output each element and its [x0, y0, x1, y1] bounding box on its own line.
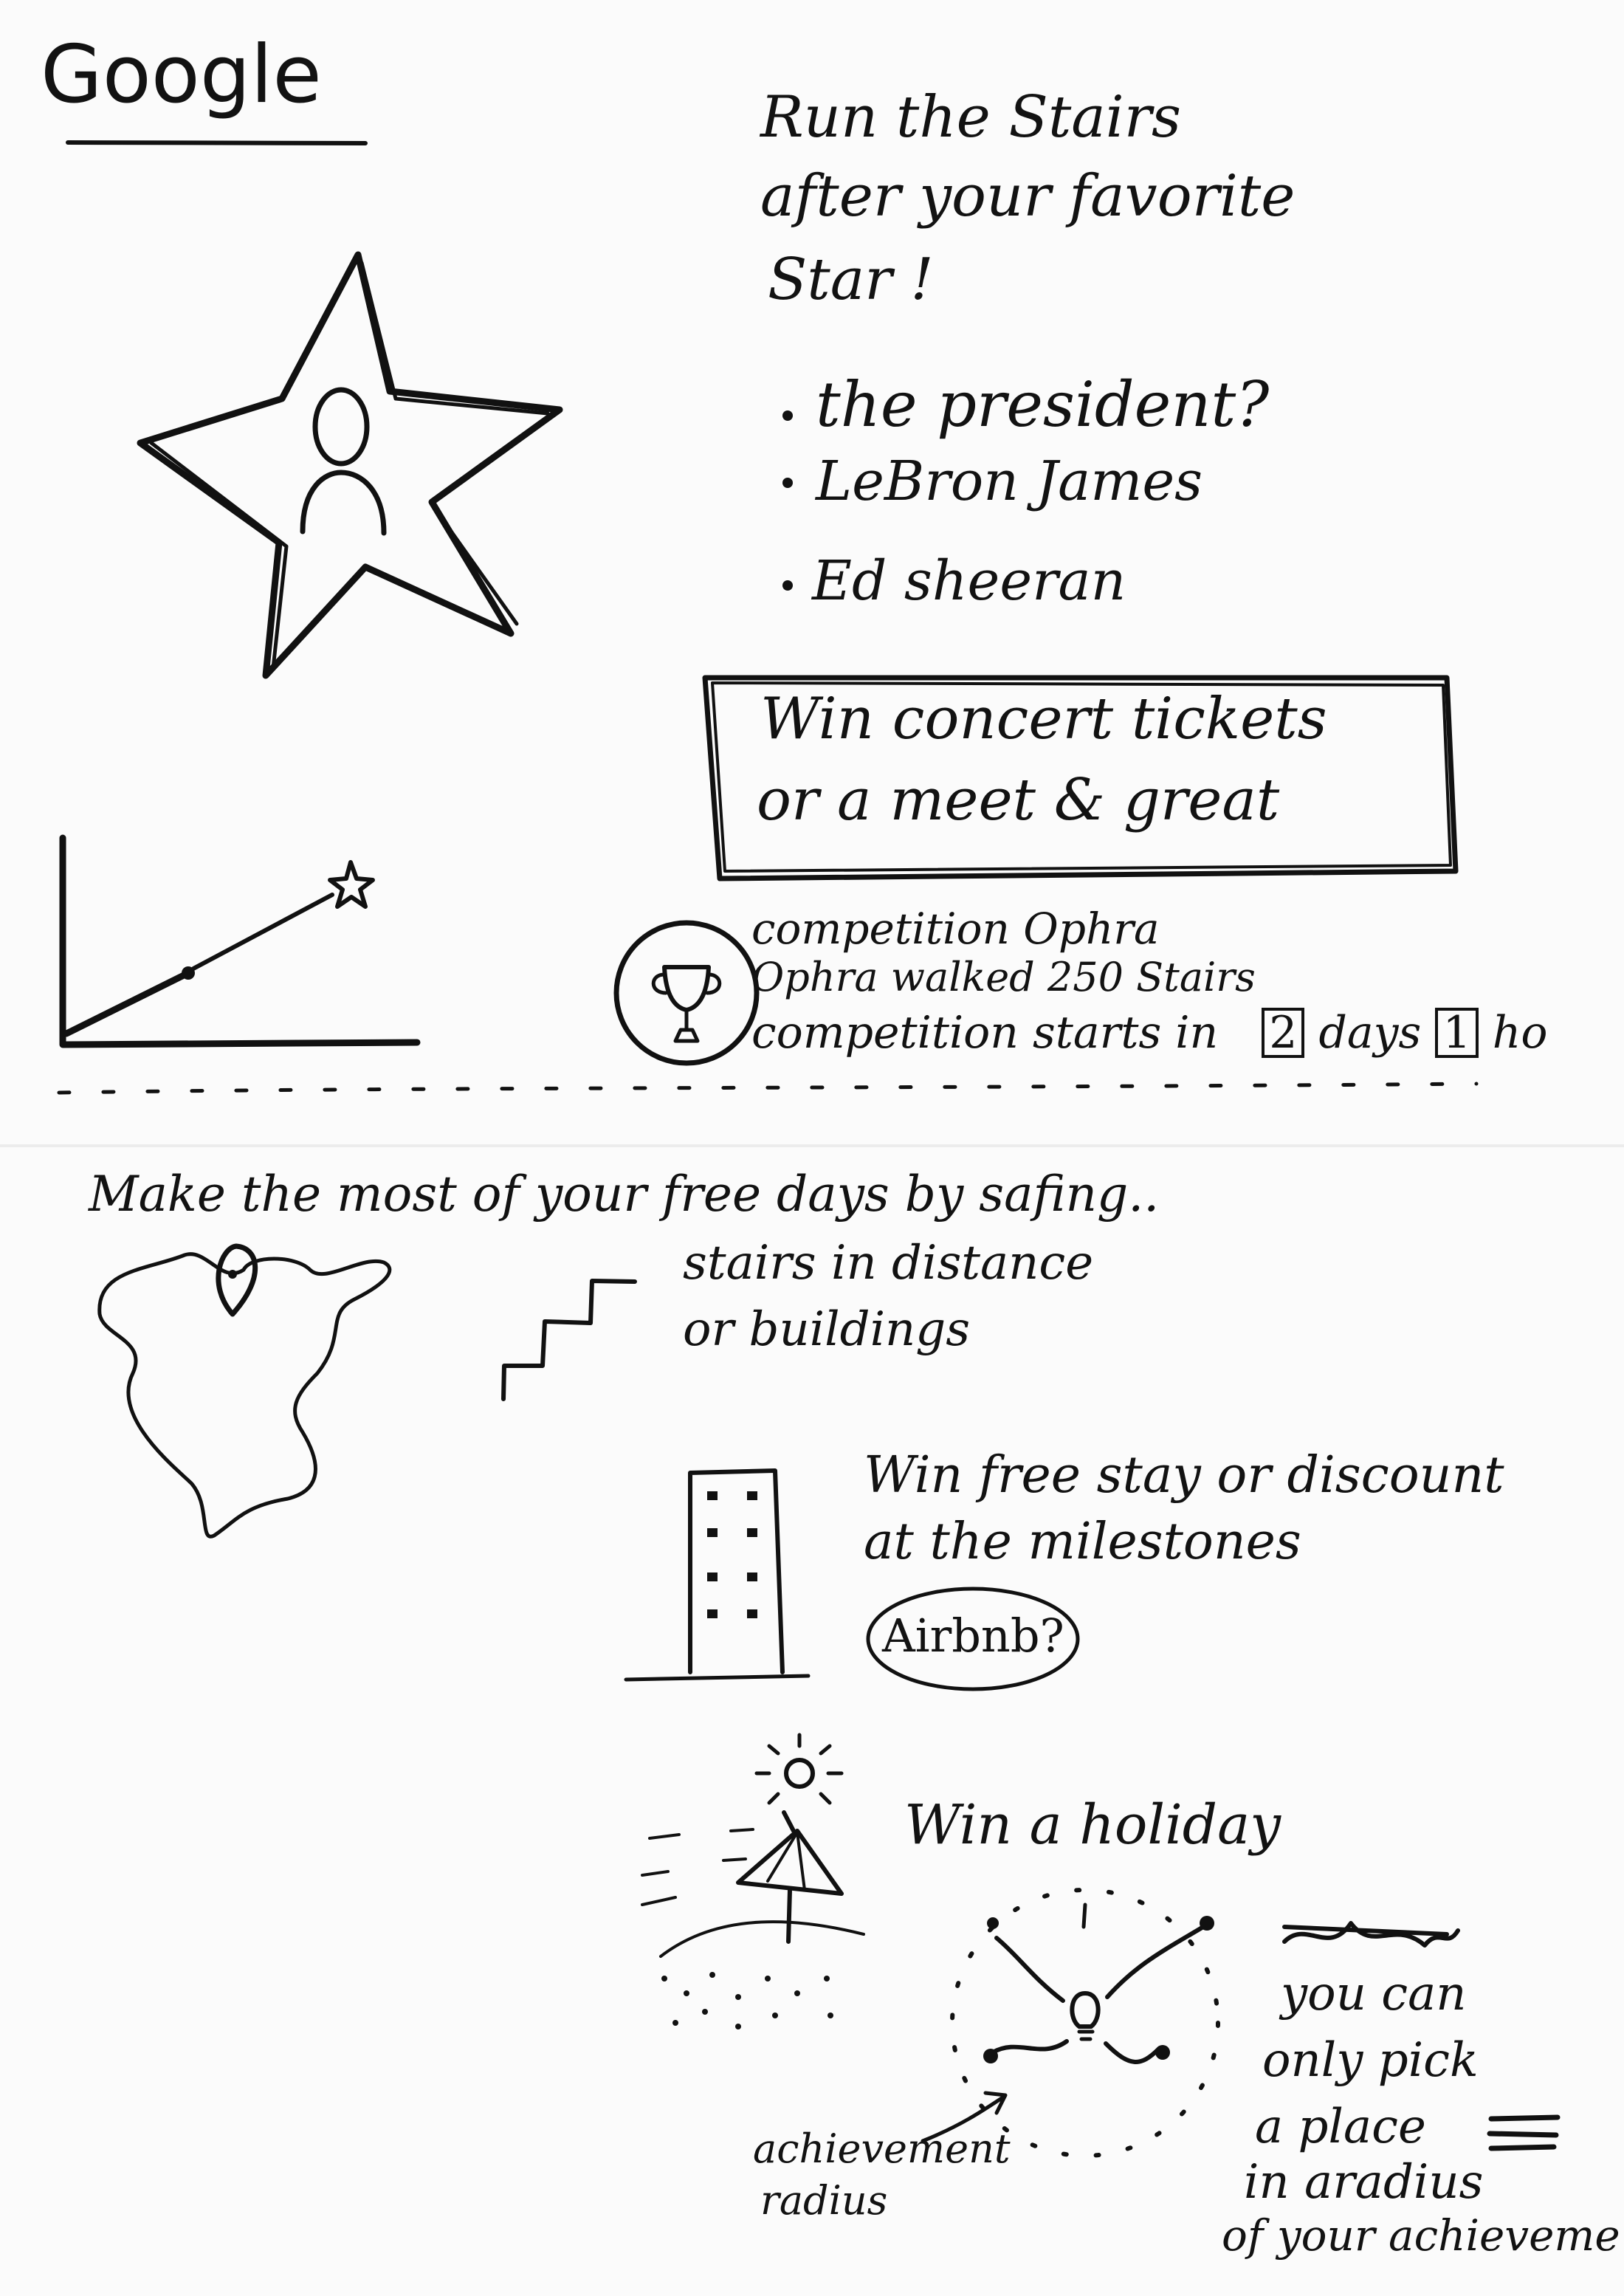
arrow-icon	[921, 2091, 1008, 2143]
achievement-label-line-1: achievement	[753, 2125, 1011, 2172]
achievement-label-line-2: radius	[760, 2177, 888, 2224]
